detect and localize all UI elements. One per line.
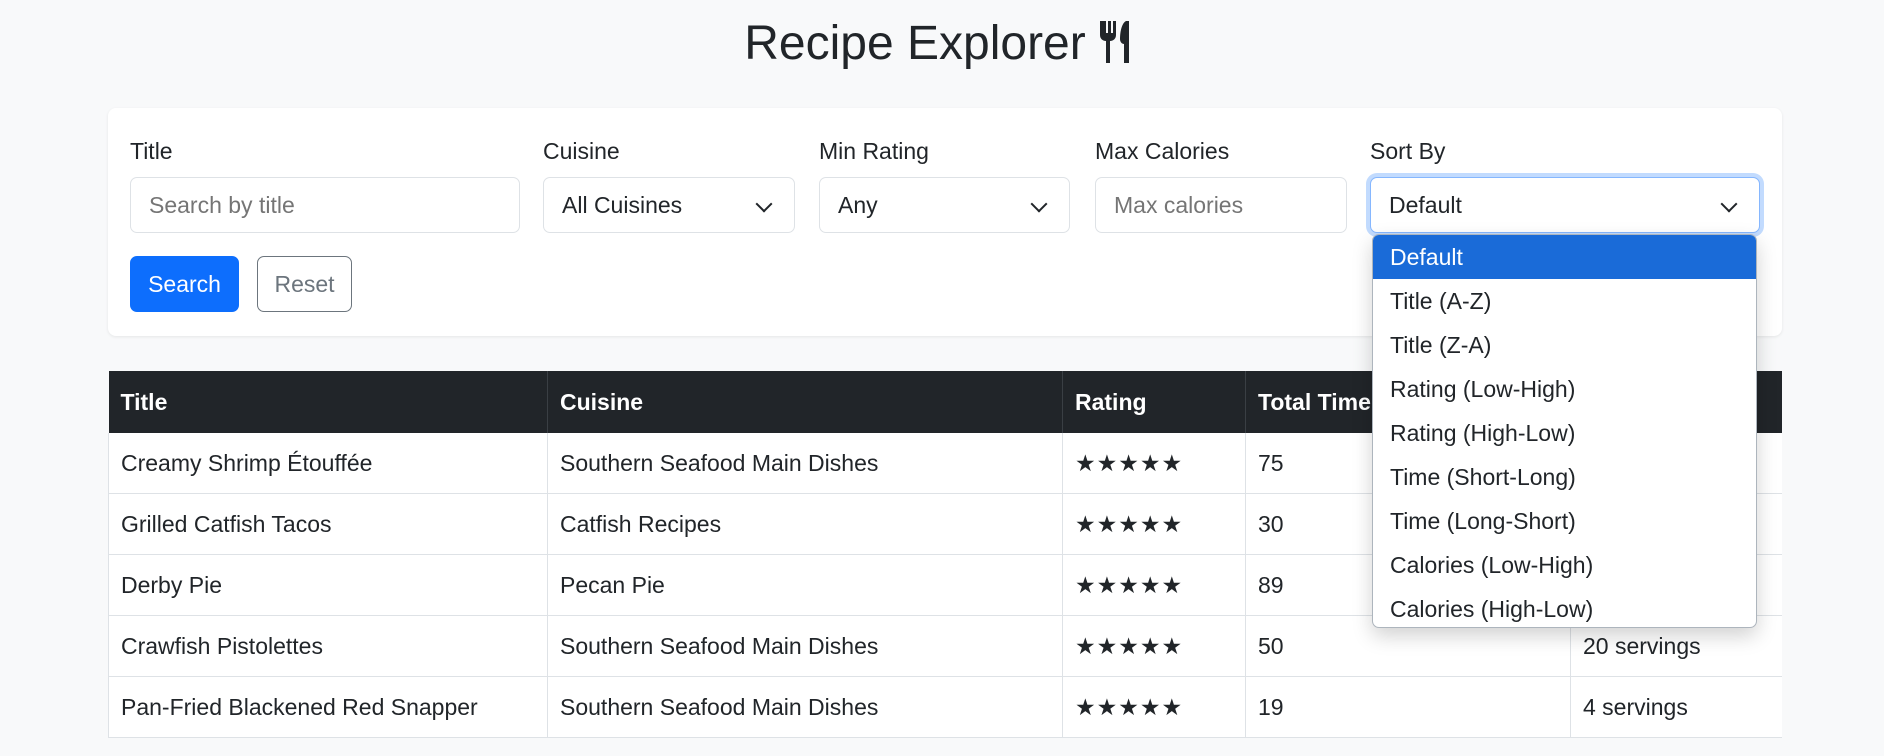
recipe-title-cell: Pan-Fried Blackened Red Snapper [108, 676, 548, 738]
sort-option-calories-high-low[interactable]: Calories (High-Low) [1373, 587, 1756, 627]
min-rating-select-value: Any [838, 192, 878, 218]
title-search-input[interactable] [130, 177, 520, 233]
sort-option-time-long-short[interactable]: Time (Long-Short) [1373, 499, 1756, 543]
title-field: Title [130, 136, 173, 166]
sort-option-time-short-long[interactable]: Time (Short-Long) [1373, 455, 1756, 499]
cuisine-label: Cuisine [543, 138, 620, 164]
table-row[interactable]: Pan-Fried Blackened Red Snapper Southern… [108, 676, 1782, 738]
max-calories-label: Max Calories [1095, 138, 1230, 164]
recipe-title-cell: Grilled Catfish Tacos [108, 493, 548, 555]
page-title: Recipe Explorer [0, 12, 1884, 82]
column-header-rating[interactable]: Rating [1062, 371, 1246, 433]
sort-by-field: Sort By [1370, 136, 1445, 166]
recipe-cuisine-cell: Southern Seafood Main Dishes [547, 676, 1063, 738]
recipe-time-cell: 19 [1245, 676, 1571, 738]
sort-option-rating-low-high[interactable]: Rating (Low-High) [1373, 367, 1756, 411]
max-calories-input[interactable] [1095, 177, 1347, 233]
recipe-rating-cell: ★★★★★ [1062, 676, 1246, 738]
sort-by-label: Sort By [1370, 138, 1446, 164]
recipe-title-cell: Derby Pie [108, 554, 548, 616]
min-rating-field: Min Rating [819, 136, 929, 166]
reset-button[interactable]: Reset [257, 256, 352, 312]
recipe-title-cell: Creamy Shrimp Étouffée [108, 433, 548, 494]
min-rating-select[interactable]: Any [819, 177, 1070, 233]
column-header-cuisine[interactable]: Cuisine [547, 371, 1063, 433]
recipe-rating-cell: ★★★★★ [1062, 493, 1246, 555]
recipe-cuisine-cell: Catfish Recipes [547, 493, 1063, 555]
title-label: Title [130, 138, 173, 164]
recipe-cuisine-cell: Southern Seafood Main Dishes [547, 615, 1063, 677]
recipe-title-cell: Crawfish Pistolettes [108, 615, 548, 677]
recipe-cuisine-cell: Pecan Pie [547, 554, 1063, 616]
recipe-servings-cell: 4 servings [1570, 676, 1782, 738]
sort-by-dropdown-menu: Default Title (A-Z) Title (Z-A) Rating (… [1372, 234, 1757, 628]
sort-option-title-z-a[interactable]: Title (Z-A) [1373, 323, 1756, 367]
sort-by-select-value: Default [1389, 192, 1462, 218]
column-header-title[interactable]: Title [108, 371, 548, 433]
recipe-cuisine-cell: Southern Seafood Main Dishes [547, 433, 1063, 494]
max-calories-field: Max Calories [1095, 136, 1229, 166]
cuisine-select[interactable]: All Cuisines [543, 177, 795, 233]
recipe-rating-cell: ★★★★★ [1062, 615, 1246, 677]
search-button[interactable]: Search [130, 256, 239, 312]
recipe-rating-cell: ★★★★★ [1062, 433, 1246, 494]
sort-by-select[interactable]: Default [1370, 177, 1760, 233]
sort-option-calories-low-high[interactable]: Calories (Low-High) [1373, 543, 1756, 587]
sort-option-default[interactable]: Default [1373, 235, 1756, 279]
cuisine-field: Cuisine [543, 136, 620, 166]
cuisine-select-value: All Cuisines [562, 192, 683, 218]
recipe-rating-cell: ★★★★★ [1062, 554, 1246, 616]
sort-option-rating-high-low[interactable]: Rating (High-Low) [1373, 411, 1756, 455]
utensils-icon [1096, 18, 1140, 82]
sort-option-title-a-z[interactable]: Title (A-Z) [1373, 279, 1756, 323]
min-rating-label: Min Rating [819, 138, 929, 164]
